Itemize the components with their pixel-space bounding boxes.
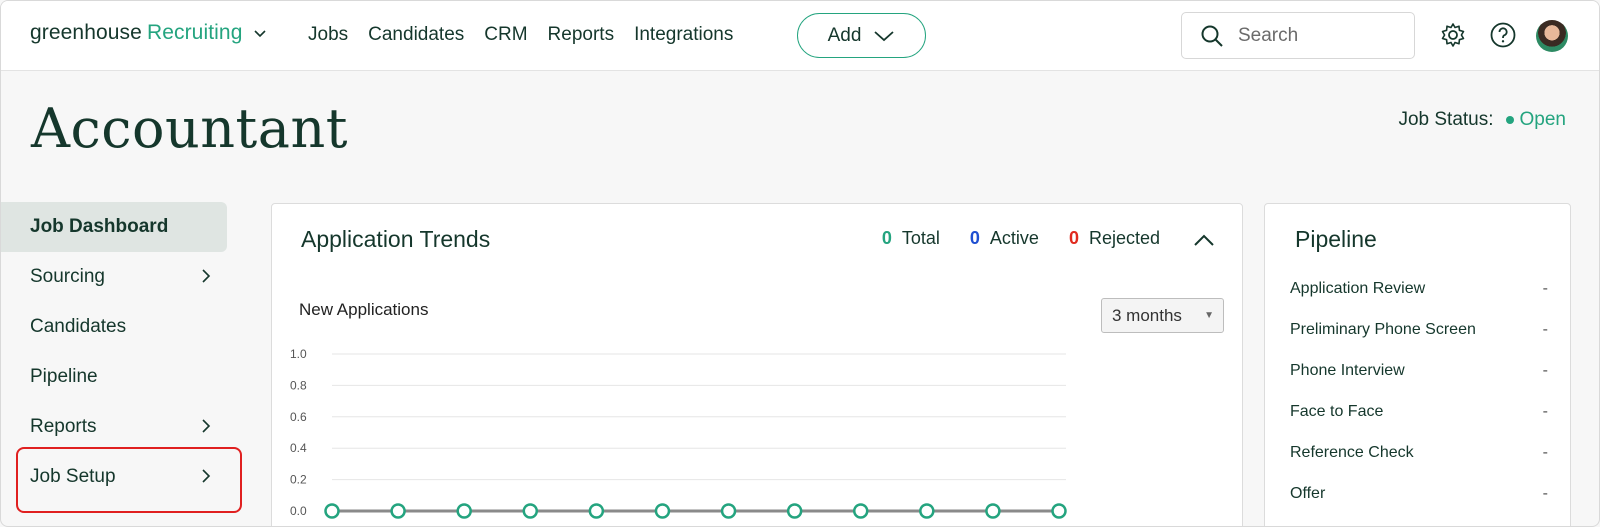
- card-title: Application Trends: [301, 226, 491, 252]
- stage-name: Phone Interview: [1290, 362, 1405, 379]
- search-icon: [1201, 25, 1223, 47]
- stat-label: Active: [989, 228, 1039, 248]
- stage-value: -: [1542, 485, 1548, 502]
- nav-candidates[interactable]: Candidates: [368, 24, 464, 46]
- chevron-down-icon: [874, 30, 895, 41]
- y-tick-label: 0.4: [290, 441, 307, 455]
- chevron-right-icon: [202, 419, 211, 433]
- range-select[interactable]: 3 months ▼: [1101, 298, 1224, 333]
- help-icon[interactable]: [1489, 21, 1517, 49]
- sidebar-item-candidates[interactable]: Candidates: [1, 302, 227, 352]
- data-point[interactable]: [919, 503, 935, 519]
- page-title: Accountant: [31, 97, 348, 160]
- nav-integrations[interactable]: Integrations: [634, 24, 733, 46]
- y-tick-label: 0.6: [290, 410, 307, 424]
- sidebar-item-job-dashboard[interactable]: Job Dashboard: [1, 202, 227, 252]
- pipeline-stage[interactable]: Application Review -: [1290, 280, 1548, 321]
- product-name: Recruiting: [146, 21, 243, 44]
- brand-name: greenhouse: [30, 21, 142, 44]
- stage-value: -: [1542, 403, 1548, 420]
- data-point[interactable]: [390, 503, 406, 519]
- application-trends-card: Application Trends 0 Total 0 Active 0 Rejec…: [271, 203, 1243, 526]
- data-point[interactable]: [1051, 503, 1067, 519]
- stage-name: Face to Face: [1290, 403, 1384, 420]
- stage-name: Reference Check: [1290, 444, 1414, 461]
- gear-icon[interactable]: [1439, 21, 1467, 49]
- sidebar-item-label: Sourcing: [30, 266, 105, 287]
- sidebar-item-label: Job Dashboard: [30, 216, 169, 237]
- y-tick-label: 0.0: [290, 504, 307, 518]
- logo[interactable]: greenhouse Recruiting: [30, 21, 268, 45]
- stage-name: Application Review: [1290, 280, 1426, 297]
- pipeline-stage[interactable]: Reference Check -: [1290, 444, 1548, 485]
- new-applications-chart: 1.0 0.8 0.6 0.4 0.2 0.0: [290, 347, 1067, 519]
- nav-reports[interactable]: Reports: [548, 24, 615, 46]
- data-point[interactable]: [720, 503, 737, 519]
- sidebar-item-sourcing[interactable]: Sourcing: [1, 252, 227, 302]
- stat-label: Total: [901, 228, 940, 248]
- job-setup-highlight: [16, 447, 242, 513]
- data-point[interactable]: [654, 503, 671, 519]
- stat-active[interactable]: 0 Active: [970, 228, 1039, 249]
- nav-crm[interactable]: CRM: [484, 24, 527, 46]
- stage-name: Offer: [1290, 485, 1326, 502]
- data-point[interactable]: [985, 503, 1001, 519]
- stage-value: -: [1542, 444, 1548, 461]
- stage-name: Preliminary Phone Screen: [1290, 321, 1476, 338]
- nav-jobs[interactable]: Jobs: [308, 24, 348, 46]
- pipeline-card: Pipeline Application Review - Preliminary…: [1264, 203, 1571, 526]
- sidebar-item-label: Reports: [30, 416, 97, 437]
- pipeline-stage[interactable]: Face to Face -: [1290, 403, 1548, 444]
- job-status-label: Job Status:: [1398, 109, 1494, 130]
- chevron-down-icon[interactable]: [252, 25, 268, 41]
- top-nav: greenhouse Recruiting Jobs Candidates CR…: [1, 1, 1599, 71]
- sidebar-item-reports[interactable]: Reports: [1, 402, 227, 452]
- chart-subtitle: New Applications: [299, 300, 429, 319]
- job-status: Job Status: Open: [1398, 109, 1566, 131]
- y-tick-label: 0.8: [290, 378, 307, 392]
- data-point[interactable]: [852, 503, 869, 519]
- data-point[interactable]: [456, 503, 472, 519]
- pipeline-stage[interactable]: Offer -: [1290, 485, 1548, 526]
- data-point[interactable]: [324, 503, 340, 519]
- chevron-right-icon: [202, 269, 211, 283]
- sidebar-item-label: Candidates: [30, 316, 127, 337]
- pipeline-stage[interactable]: Preliminary Phone Screen -: [1290, 321, 1548, 362]
- add-button-label: Add: [827, 24, 862, 46]
- data-point[interactable]: [522, 503, 539, 519]
- stat-value: 0: [969, 228, 980, 248]
- stat-value: 0: [881, 228, 892, 248]
- status-dot-icon: [1505, 116, 1514, 124]
- stage-value: -: [1542, 280, 1548, 297]
- stat-label: Rejected: [1088, 228, 1160, 248]
- stat-rejected[interactable]: 0 Rejected: [1069, 228, 1160, 249]
- range-select-value: 3 months: [1112, 305, 1182, 325]
- y-tick-label: 0.2: [290, 473, 307, 487]
- stage-value: -: [1542, 362, 1548, 379]
- search-box[interactable]: [1181, 12, 1415, 59]
- avatar[interactable]: [1536, 20, 1568, 52]
- main-nav: Jobs Candidates CRM Reports Integrations: [308, 24, 733, 46]
- caret-down-icon: ▼: [1204, 310, 1214, 321]
- data-point[interactable]: [588, 503, 605, 519]
- data-point[interactable]: [786, 503, 803, 519]
- stage-value: -: [1542, 321, 1548, 338]
- chevron-up-icon[interactable]: [1192, 230, 1216, 250]
- add-button[interactable]: Add: [797, 13, 926, 58]
- stat-value: 0: [1068, 228, 1079, 248]
- trend-stats: 0 Total 0 Active 0 Rejected: [882, 228, 1160, 249]
- job-status-value[interactable]: Open: [1520, 109, 1566, 131]
- y-tick-label: 1.0: [290, 347, 307, 361]
- app-window: greenhouse Recruiting Jobs Candidates CR…: [0, 0, 1600, 527]
- card-title: Pipeline: [1295, 226, 1377, 252]
- sidebar-item-pipeline[interactable]: Pipeline: [1, 352, 227, 402]
- pipeline-stages: Application Review - Preliminary Phone Sc…: [1290, 280, 1548, 526]
- sidebar-item-label: Pipeline: [30, 366, 98, 387]
- search-input[interactable]: [1238, 24, 1398, 47]
- pipeline-stage[interactable]: Phone Interview -: [1290, 362, 1548, 403]
- stat-total[interactable]: 0 Total: [882, 228, 940, 249]
